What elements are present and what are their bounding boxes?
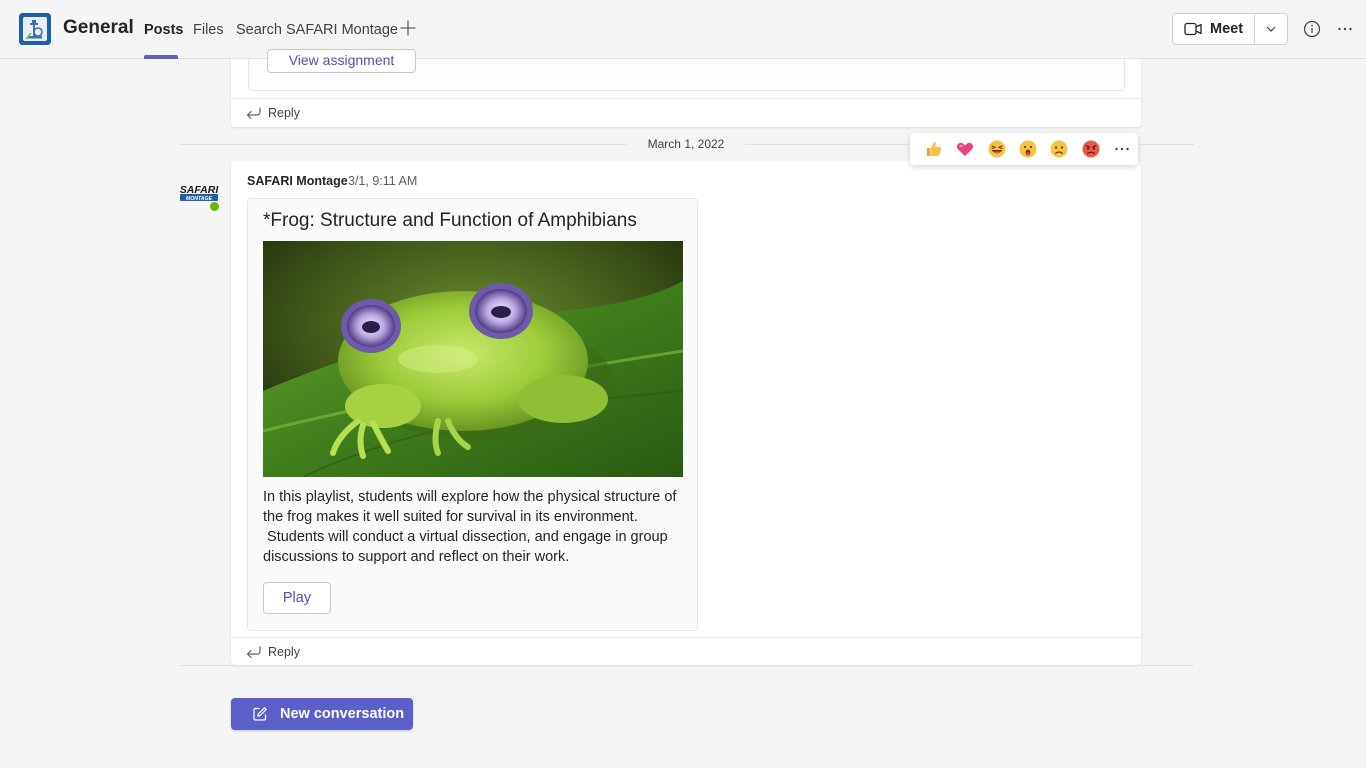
card-title: *Frog: Structure and Function of Amphibi…: [263, 210, 637, 231]
surprised-icon[interactable]: [1012, 133, 1043, 165]
previous-post-card: View assignment Reply: [231, 49, 1141, 127]
presence-available-badge: [209, 201, 220, 212]
previous-post-attachment: View assignment: [248, 49, 1125, 91]
feed-divider: [179, 665, 1194, 666]
post-card: SAFARI Montage 3/1, 9:11 AM *Frog: Struc…: [231, 161, 1141, 665]
active-tab-indicator: [144, 55, 178, 59]
post-author[interactable]: SAFARI Montage: [247, 174, 348, 188]
date-divider-label: March 1, 2022: [627, 137, 745, 153]
info-icon[interactable]: [1303, 20, 1321, 38]
reply-button[interactable]: Reply: [231, 637, 1141, 665]
card-description-line: discussions to support and reflect on th…: [263, 549, 570, 565]
tab-search-safari-montage[interactable]: Search SAFARI Montage: [236, 22, 398, 38]
video-camera-icon: [1184, 22, 1202, 36]
reply-label: Reply: [268, 105, 300, 120]
sad-icon[interactable]: [1044, 133, 1075, 165]
reply-button[interactable]: Reply: [231, 98, 1141, 126]
meet-button[interactable]: Meet: [1173, 14, 1255, 44]
like-icon[interactable]: [918, 133, 949, 165]
team-logo-icon[interactable]: [19, 13, 51, 45]
laugh-icon[interactable]: [981, 133, 1012, 165]
adaptive-card: *Frog: Structure and Function of Amphibi…: [247, 198, 698, 631]
play-button[interactable]: Play: [263, 582, 331, 614]
card-description-line: the frog makes it well suited for surviv…: [263, 509, 638, 525]
reply-icon: [246, 646, 261, 658]
avatar-subtext: MONTAGE: [186, 196, 213, 202]
reply-icon: [246, 107, 261, 119]
card-description-line: Students will conduct a virtual dissecti…: [263, 529, 668, 545]
card-description: In this playlist, students will explore …: [263, 487, 683, 567]
tab-posts[interactable]: Posts: [144, 22, 184, 38]
channel-name: General: [63, 17, 134, 38]
post-timestamp: 3/1, 9:11 AM: [348, 174, 418, 188]
meet-label: Meet: [1210, 21, 1244, 37]
reply-label: Reply: [268, 644, 300, 659]
reaction-bar: [910, 133, 1138, 165]
plus-icon[interactable]: [398, 18, 418, 38]
heart-icon[interactable]: [949, 133, 980, 165]
new-conversation-label: New conversation: [280, 706, 405, 722]
chevron-down-icon[interactable]: [1255, 14, 1287, 44]
more-horizontal-icon[interactable]: [1337, 20, 1353, 38]
channel-header: General Posts Files Search SAFARI Montag…: [0, 0, 1366, 59]
view-assignment-button[interactable]: View assignment: [267, 49, 416, 73]
new-conversation-button[interactable]: New conversation: [231, 698, 413, 730]
tab-files[interactable]: Files: [193, 22, 224, 38]
more-horizontal-icon[interactable]: [1107, 133, 1138, 165]
frog-photo[interactable]: [263, 241, 683, 477]
compose-icon: [253, 707, 267, 721]
card-description-line: In this playlist, students will explore …: [263, 489, 677, 505]
angry-icon[interactable]: [1075, 133, 1106, 165]
meet-split-button: Meet: [1172, 13, 1288, 45]
